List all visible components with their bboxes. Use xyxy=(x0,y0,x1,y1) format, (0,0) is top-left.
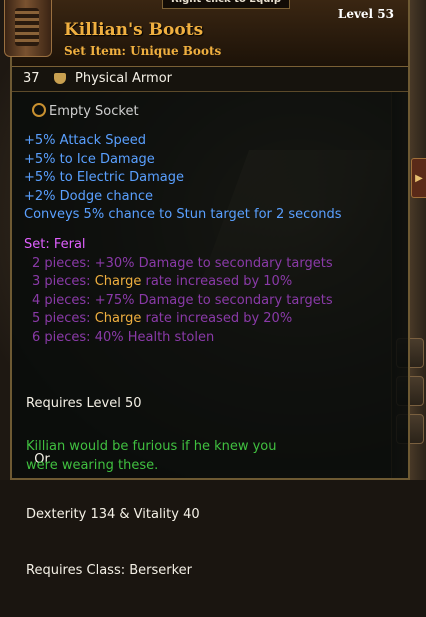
requirement-line: Dexterity 134 & Vitality 40 xyxy=(26,507,200,522)
socket-icon xyxy=(32,103,46,117)
stat-line: +5% Attack Speed xyxy=(24,133,147,148)
socket-row: Empty Socket xyxy=(32,102,139,122)
tooltip-header: Right-click to Equip Killian's Boots Set… xyxy=(4,0,408,67)
set-bonus: 4 pieces: +75% Damage to secondary targe… xyxy=(32,292,333,308)
armor-label: Physical Armor xyxy=(75,71,172,86)
stat-line: Conveys 5% chance to Stun target for 2 s… xyxy=(24,207,342,222)
set-bonus: 2 pieces: +30% Damage to secondary targe… xyxy=(32,255,333,271)
requirement-line: Requires Class: Berserker xyxy=(26,562,193,578)
set-bonus: 3 pieces: Charge rate increased by 10% xyxy=(32,274,293,289)
equip-hint: Right-click to Equip xyxy=(162,0,291,9)
set-section: Set: Feral 2 pieces: +30% Damage to seco… xyxy=(24,236,333,347)
boots-icon xyxy=(4,0,52,57)
stat-line: +2% Dodge chance xyxy=(24,188,153,204)
item-level: Level 53 xyxy=(337,7,394,21)
set-bonus: 6 pieces: 40% Health stolen xyxy=(32,329,215,345)
set-bonus: 5 pieces: Charge rate increased by 20% xyxy=(32,311,293,326)
armor-icon xyxy=(54,73,66,84)
flavor-line: were wearing these. xyxy=(26,457,159,473)
socket-label: Empty Socket xyxy=(49,104,139,119)
armor-row: 37 Physical Armor xyxy=(12,67,408,92)
stat-line: +5% to Electric Damage xyxy=(24,170,184,185)
armor-value: 37 xyxy=(23,71,40,86)
expand-arrow-icon[interactable]: ▶ xyxy=(411,158,426,198)
requirement-line: Requires Level 50 xyxy=(26,396,142,411)
item-tooltip: Right-click to Equip Killian's Boots Set… xyxy=(4,0,410,578)
flavor-line: Killian would be furious if he knew you xyxy=(26,439,277,454)
stat-line: +5% to Ice Damage xyxy=(24,151,155,167)
stat-list: +5% Attack Speed +5% to Ice Damage +5% t… xyxy=(24,132,342,225)
requirements: Requires Level 50 Or Dexterity 134 & Vit… xyxy=(26,358,200,617)
item-name: Killian's Boots xyxy=(64,20,204,40)
flavor-text: Killian would be furious if he knew you … xyxy=(26,438,277,475)
item-subtitle: Set Item: Unique Boots xyxy=(64,44,222,58)
set-title: Set: Feral xyxy=(24,237,86,252)
